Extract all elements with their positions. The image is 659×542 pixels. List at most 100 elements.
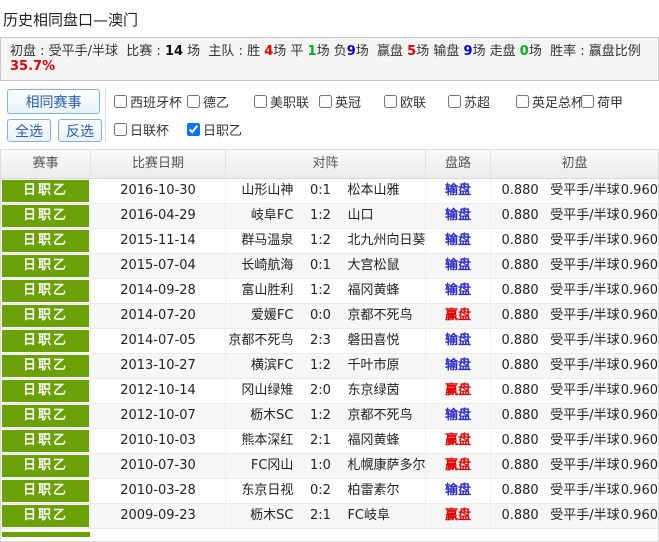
initial-odds-cell: 0.880受平手/半球0.960 (491, 504, 658, 528)
stats-segment: 4 (264, 44, 273, 59)
same-events-button[interactable]: 相同赛事 (7, 89, 100, 114)
league-checkbox[interactable]: 西班牙杯 (114, 92, 187, 111)
home-odds: 0.880 (491, 479, 549, 503)
league-badge: 日职乙 (2, 255, 89, 277)
league-checkbox[interactable]: 欧联 (384, 92, 448, 111)
league-badge: 日职乙 (2, 330, 89, 352)
initial-odds-cell: 0.880受平手/半球0.960 (491, 454, 658, 478)
away-team: 东京绿茵 (341, 379, 425, 403)
away-odds: 0.960 (621, 479, 658, 503)
checkbox-input[interactable] (187, 123, 200, 136)
league-checkbox[interactable]: 荷甲 (581, 92, 659, 111)
select-buttons-row: 全选 反选 (7, 119, 105, 142)
checkbox-label: 荷甲 (597, 92, 623, 111)
away-odds: 0.960 (621, 379, 658, 403)
handicap-line: 受平手/半球 (549, 479, 621, 503)
checkbox-input[interactable] (581, 95, 594, 108)
league-cell: 日职乙 (1, 479, 91, 503)
league-cell: 日职乙 (1, 404, 91, 428)
filter-buttons: 相同赛事 全选 反选 (0, 89, 106, 142)
league-checkbox[interactable]: 英足总杯 (516, 92, 581, 111)
table-header-row: 赛事比赛日期对阵盘路初盘 (1, 150, 658, 179)
league-badge: 日职乙 (2, 480, 89, 502)
match-date: 2015-07-04 (91, 254, 226, 278)
league-checkbox-group: 西班牙杯德乙美职联英冠欧联 苏超英足总杯荷甲日联杯日职乙 (106, 89, 659, 142)
away-team: 札幌康萨多尔 (341, 454, 425, 478)
checkbox-input[interactable] (114, 123, 127, 136)
checkbox-input[interactable] (187, 95, 200, 108)
matchup-cell: 富山胜利1:2福冈黄蜂 (226, 279, 426, 303)
handicap-result: 输盘 (426, 179, 491, 203)
handicap-line: 受平手/半球 (549, 254, 621, 278)
matchup-cell: 枥木SC1:2京都不死鸟 (226, 404, 426, 428)
league-checkbox[interactable]: 英冠 (319, 92, 384, 111)
initial-odds-cell: 0.880受平手/半球0.960 (491, 204, 658, 228)
checkbox-input[interactable] (384, 95, 397, 108)
checkbox-input[interactable] (516, 95, 529, 108)
league-cell: 日职乙 (1, 354, 91, 378)
match-date: 2014-09-28 (91, 279, 226, 303)
match-date: 2016-04-29 (91, 204, 226, 228)
match-score: 2:1 (299, 504, 341, 528)
stats-segment: 初盘 : 受平手/半球 比赛 : (10, 44, 165, 59)
away-odds: 0.960 (621, 354, 658, 378)
matchup-cell: 熊本深红2:1福冈黄蜂 (226, 429, 426, 453)
table-row: 日职乙2009-09-23枥木SC2:1FC岐阜赢盘0.880受平手/半球0.9… (1, 504, 658, 529)
away-team: 千叶市原 (341, 354, 425, 378)
checkbox-input[interactable] (319, 95, 332, 108)
matchup-cell: 爱媛FC0:0京都不死鸟 (226, 304, 426, 328)
league-checkbox[interactable]: 日职乙 (187, 120, 254, 139)
league-checkbox[interactable]: 美职联 (254, 92, 319, 111)
league-badge: 日职乙 (2, 355, 89, 377)
away-team: 福冈黄蜂 (341, 279, 425, 303)
match-date: 2010-07-30 (91, 454, 226, 478)
handicap-line: 受平手/半球 (549, 454, 621, 478)
initial-odds-cell: 0.880受平手/半球0.960 (491, 354, 658, 378)
checkbox-label: 欧联 (400, 92, 426, 111)
home-team: 东京日视 (226, 479, 299, 503)
handicap-result: 赢盘 (426, 454, 491, 478)
away-odds: 0.960 (621, 304, 658, 328)
stats-segment: 场 输盘 (416, 44, 463, 59)
league-cell: 日职乙 (1, 429, 91, 453)
home-team: 京都不死鸟 (226, 329, 299, 353)
home-team: 冈山绿雉 (226, 379, 299, 403)
stats-segment: 5 (407, 44, 416, 59)
home-odds: 0.880 (491, 504, 549, 528)
page: 历史相同盘口—澳门 初盘 : 受平手/半球 比赛 : 14 场 主队 : 胜 4… (0, 0, 659, 542)
stats-segment: 14 (165, 44, 183, 59)
home-team: 富山胜利 (226, 279, 299, 303)
column-header: 初盘 (491, 150, 658, 178)
handicap-line: 受平手/半球 (549, 279, 621, 303)
handicap-line: 受平手/半球 (549, 179, 621, 203)
home-odds: 0.880 (491, 254, 549, 278)
home-odds: 0.880 (491, 229, 549, 253)
league-badge: 日职乙 (2, 180, 89, 202)
league-cell: 日职乙 (1, 329, 91, 353)
home-odds: 0.880 (491, 279, 549, 303)
checkbox-input[interactable] (448, 95, 461, 108)
checkbox-label: 英足总杯 (532, 92, 584, 111)
league-badge: 日职乙 (2, 305, 89, 327)
checkbox-input[interactable] (114, 95, 127, 108)
checkbox-input[interactable] (254, 95, 267, 108)
initial-odds-cell: 0.880受平手/半球0.960 (491, 304, 658, 328)
table-row: 日职乙2014-07-05京都不死鸟2:3磐田喜悦输盘0.880受平手/半球0.… (1, 329, 658, 354)
handicap-line: 受平手/半球 (549, 429, 621, 453)
league-checkbox[interactable]: 日联杯 (114, 120, 187, 139)
league-badge: 日职乙 (2, 280, 89, 302)
invert-selection-button[interactable]: 反选 (58, 119, 102, 142)
league-checkbox[interactable]: 苏超 (448, 92, 516, 111)
match-score: 2:1 (299, 429, 341, 453)
select-all-button[interactable]: 全选 (7, 119, 51, 142)
match-date: 2009-09-23 (91, 504, 226, 528)
table-row: 日职乙2010-03-28东京日视0:2柏雷素尔输盘0.880受平手/半球0.9… (1, 479, 658, 504)
away-odds: 0.960 (621, 229, 658, 253)
initial-odds-cell: 0.880受平手/半球0.960 (491, 279, 658, 303)
table-row: 日职乙2016-04-29岐阜FC1:2山口输盘0.880受平手/半球0.960 (1, 204, 658, 229)
away-team: 北九州向日葵 (341, 229, 425, 253)
match-score: 2:0 (299, 379, 341, 403)
initial-odds-cell: 0.880受平手/半球0.960 (491, 229, 658, 253)
league-checkbox[interactable]: 德乙 (187, 92, 254, 111)
column-header: 赛事 (1, 150, 91, 178)
